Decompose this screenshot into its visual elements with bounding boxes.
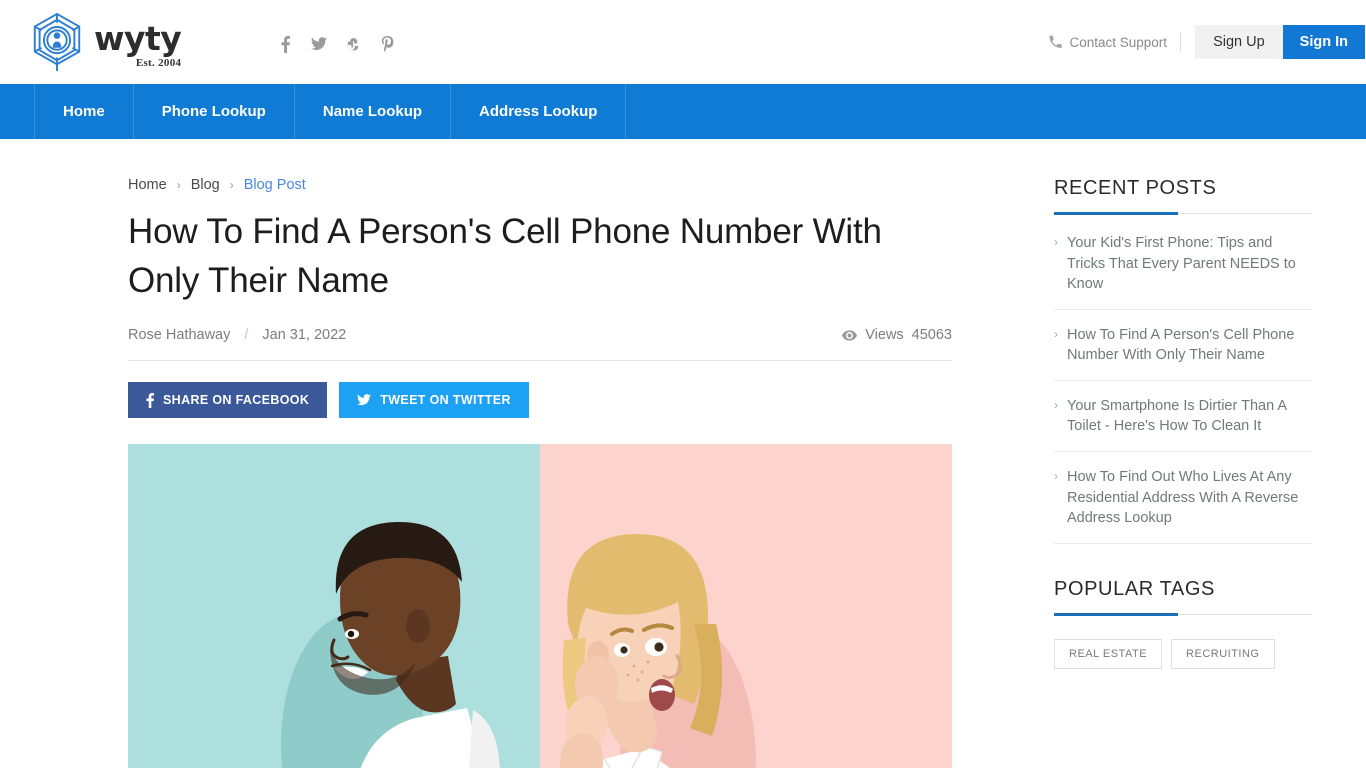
recent-post-link[interactable]: › How To Find A Person's Cell Phone Numb… xyxy=(1054,325,1312,366)
recent-post-link[interactable]: › Your Smartphone Is Dirtier Than A Toil… xyxy=(1054,396,1312,437)
hero-photo-illustration xyxy=(281,521,756,768)
chevron-right-icon: › xyxy=(1054,397,1058,412)
nav-item-home[interactable]: Home xyxy=(34,84,134,139)
article-date: Jan 31, 2022 xyxy=(262,327,347,343)
brand-established: Est. 2004 xyxy=(135,57,182,69)
breadcrumb-separator: › xyxy=(229,178,234,192)
nav-item-address-lookup[interactable]: Address Lookup xyxy=(451,84,627,139)
views-count: 45063 xyxy=(911,327,952,343)
article-views: Views 45063 xyxy=(842,327,952,343)
recent-posts-title: RECENT POSTS xyxy=(1054,177,1217,199)
popular-tags-title: POPULAR TAGS xyxy=(1054,577,1215,600)
list-item: › How To Find Out Who Lives At Any Resid… xyxy=(1054,452,1312,544)
recent-post-link[interactable]: › Your Kid's First Phone: Tips and Trick… xyxy=(1054,233,1312,295)
recent-posts-widget: RECENT POSTS › Your Kid's First Phone: T… xyxy=(1054,177,1312,544)
share-facebook-label: SHARE ON FACEBOOK xyxy=(163,393,310,407)
recent-post-label: How To Find A Person's Cell Phone Number… xyxy=(1067,326,1295,364)
sign-in-button[interactable]: Sign In xyxy=(1282,25,1365,59)
list-item: › Your Smartphone Is Dirtier Than A Toil… xyxy=(1054,381,1312,453)
sign-up-button[interactable]: Sign Up xyxy=(1195,25,1283,59)
header-actions: Contact Support Sign Up Sign In xyxy=(1048,0,1366,84)
header-divider xyxy=(1180,32,1182,52)
tweet-on-twitter-button[interactable]: TWEET ON TWITTER xyxy=(339,382,529,418)
sidebar: RECENT POSTS › Your Kid's First Phone: T… xyxy=(1054,139,1312,768)
recent-posts-list: › Your Kid's First Phone: Tips and Trick… xyxy=(1054,218,1312,544)
article-meta: Rose Hathaway / Jan 31, 2022 Views 45063 xyxy=(128,327,952,361)
twitter-icon[interactable] xyxy=(311,35,328,53)
popular-tags-rule xyxy=(1054,612,1312,616)
tag-real-estate[interactable]: REAL ESTATE xyxy=(1054,638,1163,669)
popular-tags-widget: POPULAR TAGS REAL ESTATE RECRUITING xyxy=(1054,578,1312,669)
popular-tags-list: REAL ESTATE RECRUITING xyxy=(1054,619,1312,669)
recent-post-label: Your Kid's First Phone: Tips and Tricks … xyxy=(1067,235,1296,293)
article-byline: Rose Hathaway / Jan 31, 2022 xyxy=(128,327,346,343)
nav-item-phone-lookup[interactable]: Phone Lookup xyxy=(134,84,295,139)
recent-posts-rule xyxy=(1054,212,1312,215)
article-hero-image xyxy=(128,444,952,768)
site-header: wyty Est. 2004 Contact Support Sign Up S… xyxy=(0,0,1366,84)
brand-wordmark: wyty xyxy=(94,18,182,58)
breadcrumb-item-blog-post: Blog Post xyxy=(243,177,306,193)
contact-support-label: Contact Support xyxy=(1069,34,1168,50)
tag-recruiting[interactable]: RECRUITING xyxy=(1171,638,1275,669)
breadcrumb-item-blog[interactable]: Blog xyxy=(191,177,220,193)
recent-post-label: Your Smartphone Is Dirtier Than A Toilet… xyxy=(1067,397,1287,435)
chevron-right-icon: › xyxy=(1054,469,1058,484)
social-links xyxy=(277,35,395,53)
facebook-icon[interactable] xyxy=(277,35,293,53)
list-item: › How To Find A Person's Cell Phone Numb… xyxy=(1054,310,1312,381)
contact-support-link[interactable]: Contact Support xyxy=(1048,34,1168,50)
recent-post-label: How To Find Out Who Lives At Any Residen… xyxy=(1067,469,1299,527)
chevron-right-icon: › xyxy=(1054,326,1058,341)
breadcrumb-item-home[interactable]: Home xyxy=(128,177,167,193)
article-author: Rose Hathaway xyxy=(128,327,231,343)
share-twitter-label: TWEET ON TWITTER xyxy=(380,393,511,407)
views-label: Views xyxy=(865,327,904,343)
breadcrumb-separator: › xyxy=(176,178,181,192)
stumbleupon-icon[interactable] xyxy=(345,35,361,53)
breadcrumb: Home › Blog › Blog Post xyxy=(128,177,952,193)
site-logo[interactable]: wyty Est. 2004 xyxy=(28,11,182,73)
twitter-icon xyxy=(357,394,372,406)
page-title: How To Find A Person's Cell Phone Number… xyxy=(128,212,882,300)
article-column: Home › Blog › Blog Post How To Find A Pe… xyxy=(128,139,952,768)
eye-icon xyxy=(842,329,858,341)
chevron-right-icon: › xyxy=(1054,235,1058,249)
phone-icon xyxy=(1048,35,1062,48)
hexagon-person-icon xyxy=(33,12,81,71)
main-navigation: Home Phone Lookup Name Lookup Address Lo… xyxy=(0,84,1366,139)
share-on-facebook-button[interactable]: SHARE ON FACEBOOK xyxy=(128,382,328,418)
list-item: › Your Kid's First Phone: Tips and Trick… xyxy=(1054,218,1312,310)
facebook-icon xyxy=(146,392,154,408)
page-body: Home › Blog › Blog Post How To Find A Pe… xyxy=(0,139,1366,768)
recent-post-link[interactable]: › How To Find Out Who Lives At Any Resid… xyxy=(1054,467,1312,529)
nav-item-name-lookup[interactable]: Name Lookup xyxy=(295,84,452,139)
meta-separator: / xyxy=(244,327,249,343)
share-buttons: SHARE ON FACEBOOK TWEET ON TWITTER xyxy=(128,382,952,418)
pinterest-icon[interactable] xyxy=(379,35,395,53)
